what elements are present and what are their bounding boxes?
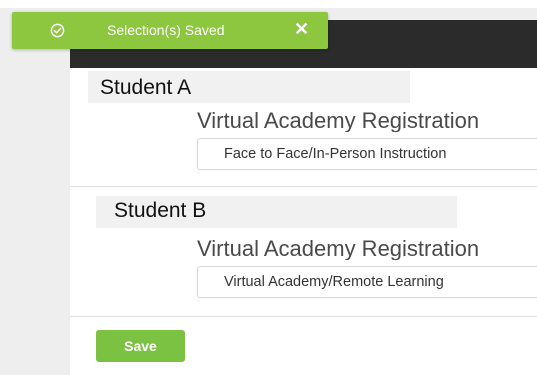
check-circle-icon (50, 23, 65, 38)
student-b-registration-select[interactable]: Virtual Academy/Remote Learning (197, 266, 537, 298)
student-a-registration-label: Virtual Academy Registration (197, 110, 480, 132)
save-button[interactable]: Save (96, 330, 185, 362)
student-a-selected-option: Face to Face/In-Person Instruction (224, 146, 447, 162)
student-b-name: Student B (114, 199, 207, 222)
student-b-registration-label: Virtual Academy Registration (197, 238, 480, 260)
top-strip (0, 0, 537, 8)
toast-message: Selection(s) Saved (107, 22, 225, 38)
student-a-registration-select[interactable]: Face to Face/In-Person Instruction (197, 138, 537, 170)
student-a-name: Student A (100, 76, 192, 99)
saved-toast: Selection(s) Saved ✕ (12, 12, 328, 49)
close-icon[interactable]: ✕ (294, 20, 309, 38)
student-b-selected-option: Virtual Academy/Remote Learning (224, 274, 444, 290)
footer-divider (70, 316, 537, 317)
section-divider (70, 186, 537, 187)
